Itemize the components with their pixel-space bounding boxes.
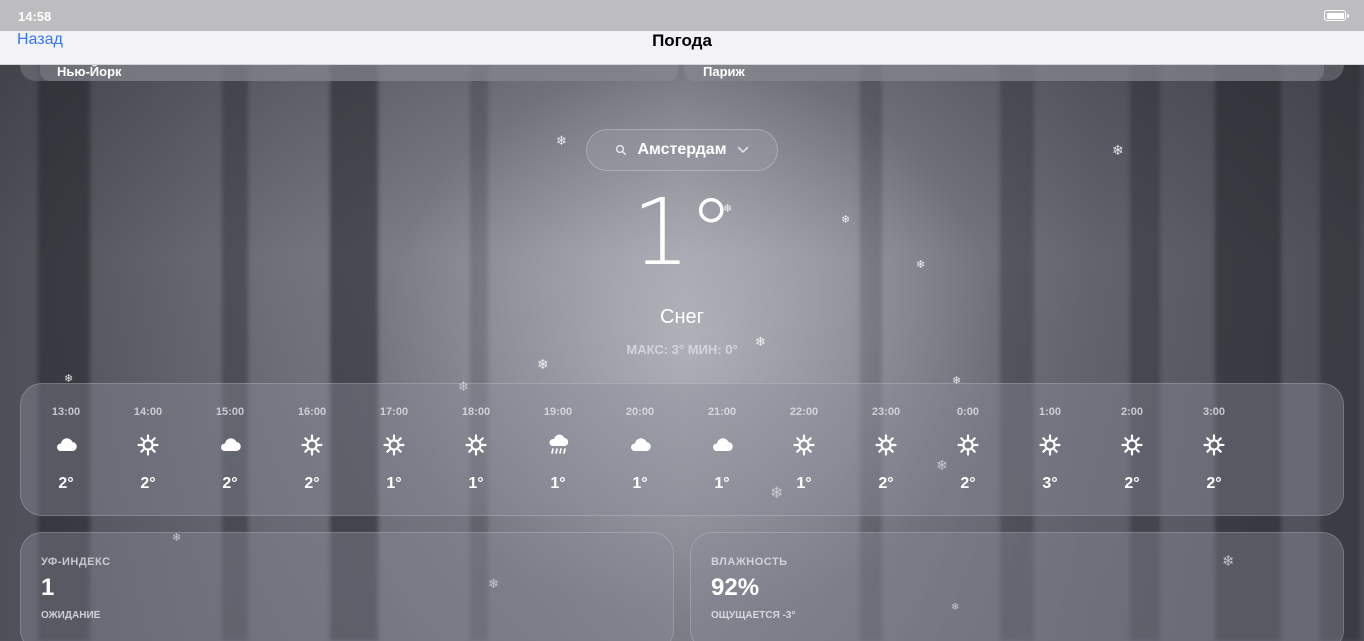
hourly-time: 16:00: [297, 406, 327, 418]
hourly-temperature: 2°: [960, 475, 976, 492]
sun-icon: [1201, 434, 1227, 456]
hourly-temperature: 2°: [222, 475, 238, 492]
sun-icon: [1119, 434, 1145, 456]
hourly-item: 14:00 2°: [118, 384, 178, 517]
sun-icon: [791, 434, 817, 456]
snowflake-icon: ❄: [1112, 143, 1124, 159]
city-carousel: Нью-Йорк Париж: [20, 65, 1344, 81]
current-temperature: 1°: [631, 179, 735, 286]
hourly-time: 0:00: [956, 406, 980, 418]
uv-index-value: 1: [41, 574, 55, 601]
location-selector[interactable]: Амстердам: [586, 129, 778, 171]
hourly-time: 19:00: [543, 406, 573, 418]
hourly-item: 21:00 1°: [692, 384, 752, 517]
humidity-value: 92%: [711, 574, 760, 601]
sun-icon: [299, 434, 325, 456]
hourly-time: 15:00: [215, 406, 245, 418]
hourly-item: 2:00 2°: [1102, 384, 1162, 517]
uv-index-sub: ОЖИДАНИЕ: [41, 610, 101, 621]
city-name-paris[interactable]: Париж: [703, 65, 745, 79]
hourly-item: 20:00 1°: [610, 384, 670, 517]
chevron-down-icon: [737, 146, 748, 153]
hourly-time: 20:00: [625, 406, 655, 418]
humidity-label: ВЛАЖНОСТЬ: [711, 556, 788, 568]
search-icon: [616, 144, 627, 156]
sun-icon: [955, 434, 981, 456]
hourly-time: 13:00: [51, 406, 81, 418]
hourly-forecast[interactable]: 13:00 2° 14:00 2° 15:00 2° 16:00 2° 17:00 1° 18:00…: [20, 383, 1344, 516]
hourly-time: 3:00: [1202, 406, 1226, 418]
hourly-item: 22:00 1°: [774, 384, 834, 517]
status-bar: 14:58: [0, 0, 1364, 31]
city-card-new-york[interactable]: [40, 65, 678, 81]
hourly-item: 23:00 2°: [856, 384, 916, 517]
hourly-time: 21:00: [707, 406, 737, 418]
high-low-temperature: МАКС: 3° МИН: 0°: [626, 342, 738, 357]
battery-icon: [1324, 10, 1349, 21]
hourly-temperature: 1°: [796, 475, 812, 492]
cloud-icon: [53, 434, 79, 456]
hourly-temperature: 1°: [468, 475, 484, 492]
hourly-item: 17:00 1°: [364, 384, 424, 517]
hourly-temperature: 1°: [550, 475, 566, 492]
hourly-temperature: 1°: [386, 475, 402, 492]
cloud-icon: [627, 434, 653, 456]
hourly-item: 15:00 2°: [200, 384, 260, 517]
hourly-time: 18:00: [461, 406, 491, 418]
sun-icon: [873, 434, 899, 456]
hourly-item: 18:00 1°: [446, 384, 506, 517]
hourly-time: 17:00: [379, 406, 409, 418]
hourly-item: 13:00 2°: [36, 384, 96, 517]
hourly-time: 14:00: [133, 406, 163, 418]
hourly-time: 2:00: [1120, 406, 1144, 418]
cloud-icon: [217, 434, 243, 456]
hourly-temperature: 2°: [878, 475, 894, 492]
hourly-temperature: 2°: [1124, 475, 1140, 492]
uv-index-card[interactable]: УФ-ИНДЕКС 1 ОЖИДАНИЕ: [20, 532, 674, 641]
snowflake-icon: ❄: [556, 134, 567, 149]
hourly-temperature: 1°: [632, 475, 648, 492]
page-title: Погода: [652, 31, 712, 50]
status-time: 14:58: [18, 9, 52, 24]
sun-icon: [463, 434, 489, 456]
hourly-item: 3:00 2°: [1184, 384, 1244, 517]
sun-icon: [381, 434, 407, 456]
city-card-paris[interactable]: [684, 65, 1324, 81]
humidity-card[interactable]: ВЛАЖНОСТЬ 92% ОЩУЩАЕТСЯ -3°: [690, 532, 1344, 641]
hourly-item: 19:00 1°: [528, 384, 588, 517]
hourly-time: 22:00: [789, 406, 819, 418]
hourly-temperature: 1°: [714, 475, 730, 492]
snowflake-icon: ❄: [537, 357, 549, 373]
hourly-item: 16:00 2°: [282, 384, 342, 517]
navigation-bar: Назад Погода: [0, 31, 1364, 65]
current-condition: Снег: [660, 306, 704, 328]
rain-cloud-icon: [545, 434, 571, 456]
cloud-icon: [709, 434, 735, 456]
city-name-new-york[interactable]: Нью-Йорк: [57, 65, 122, 79]
hourly-temperature: 3°: [1042, 475, 1058, 492]
hourly-temperature: 2°: [58, 475, 74, 492]
humidity-sub: ОЩУЩАЕТСЯ -3°: [711, 610, 796, 621]
hourly-item: 1:00 3°: [1020, 384, 1080, 517]
hourly-time: 1:00: [1038, 406, 1062, 418]
location-name: Амстердам: [637, 141, 727, 158]
sun-icon: [135, 434, 161, 456]
hourly-temperature: 2°: [1206, 475, 1222, 492]
hourly-temperature: 2°: [140, 475, 156, 492]
hourly-temperature: 2°: [304, 475, 320, 492]
sun-icon: [1037, 434, 1063, 456]
hourly-time: 23:00: [871, 406, 901, 418]
hourly-item: 0:00 2°: [938, 384, 998, 517]
uv-index-label: УФ-ИНДЕКС: [41, 556, 111, 568]
